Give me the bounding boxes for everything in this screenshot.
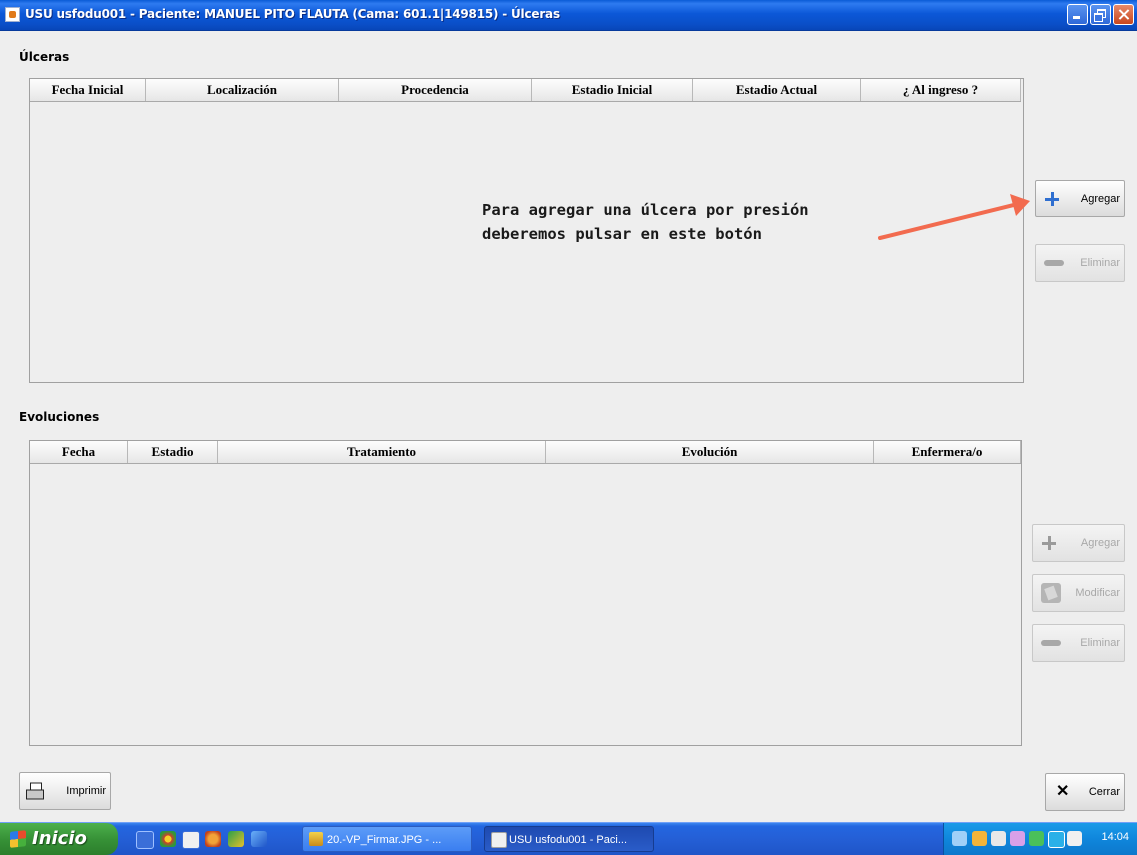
column-header[interactable]: Evolución bbox=[546, 441, 874, 463]
column-header[interactable]: Localización bbox=[146, 79, 339, 101]
column-header[interactable]: Estadio Actual bbox=[693, 79, 861, 101]
taskbar-item-label: 20.-VP_Firmar.JPG - ... bbox=[327, 834, 442, 846]
taskbar-item-usu[interactable]: USU usfodu001 - Paci... bbox=[484, 826, 654, 852]
plus-icon bbox=[1041, 535, 1057, 551]
windows-flag-icon bbox=[10, 830, 26, 848]
close-window-button[interactable] bbox=[1113, 4, 1134, 25]
annotation-line-1: Para agregar una úlcera por presión bbox=[482, 201, 809, 219]
print-button[interactable]: Imprimir bbox=[19, 772, 111, 810]
column-header[interactable]: ¿ Al ingreso ? bbox=[861, 79, 1021, 101]
java-app-icon bbox=[5, 7, 20, 22]
taskbar-item-label: USU usfodu001 - Paci... bbox=[509, 834, 628, 846]
java-app-icon bbox=[491, 832, 507, 848]
ie-quicklaunch-icon[interactable] bbox=[136, 831, 154, 849]
annotation-line-2: deberemos pulsar en este botón bbox=[482, 225, 762, 243]
column-header[interactable]: Enfermera/o bbox=[874, 441, 1021, 463]
edit-icon bbox=[1041, 583, 1061, 603]
tray-app-icon[interactable] bbox=[1010, 831, 1025, 846]
evoluciones-section-label: Evoluciones bbox=[19, 410, 100, 424]
chrome-quicklaunch-icon[interactable] bbox=[160, 831, 176, 847]
taskbar-item-image[interactable]: 20.-VP_Firmar.JPG - ... bbox=[302, 826, 472, 852]
v2-tray-icon[interactable] bbox=[1067, 831, 1082, 846]
evoluciones-delete-button[interactable]: Eliminar bbox=[1032, 624, 1125, 662]
evoluciones-table-header: Fecha Estadio Tratamiento Evolución Enfe… bbox=[30, 441, 1021, 464]
print-label: Imprimir bbox=[66, 785, 106, 797]
v2-quicklaunch-icon[interactable] bbox=[182, 831, 200, 849]
evoluciones-modify-button[interactable]: Modificar bbox=[1032, 574, 1125, 612]
tray-monitor-icon[interactable] bbox=[1048, 831, 1065, 848]
column-header[interactable]: Estadio Inicial bbox=[532, 79, 693, 101]
column-header[interactable]: Tratamiento bbox=[218, 441, 546, 463]
window-title: USU usfodu001 - Paciente: MANUEL PITO FL… bbox=[25, 7, 560, 21]
maximize-button[interactable] bbox=[1090, 4, 1111, 25]
minus-icon bbox=[1044, 260, 1064, 266]
firefox-quicklaunch-icon[interactable] bbox=[205, 831, 221, 847]
evoluciones-add-label: Agregar bbox=[1080, 537, 1120, 549]
start-label: Inicio bbox=[32, 828, 87, 849]
volume-icon[interactable] bbox=[991, 831, 1006, 846]
printer-icon bbox=[26, 782, 44, 800]
ulceras-delete-button[interactable]: Eliminar bbox=[1035, 244, 1125, 282]
column-header[interactable]: Fecha bbox=[30, 441, 128, 463]
image-file-icon bbox=[309, 832, 323, 846]
start-button[interactable]: Inicio bbox=[0, 823, 118, 855]
annotation-arrow bbox=[878, 194, 1030, 240]
clock: 14:04 bbox=[1101, 831, 1129, 843]
evoluciones-modify-label: Modificar bbox=[1075, 587, 1120, 599]
title-bar: USU usfodu001 - Paciente: MANUEL PITO FL… bbox=[0, 0, 1137, 31]
close-button[interactable]: ✕ Cerrar bbox=[1045, 773, 1125, 811]
ulceras-add-label: Agregar bbox=[1080, 192, 1120, 205]
tray-update-icon[interactable] bbox=[1029, 831, 1044, 846]
minimize-button[interactable] bbox=[1067, 4, 1088, 25]
column-header[interactable]: Fecha Inicial bbox=[30, 79, 146, 101]
column-header[interactable]: Estadio bbox=[128, 441, 218, 463]
ulceras-table-header: Fecha Inicial Localización Procedencia E… bbox=[30, 79, 1021, 102]
evoluciones-add-button[interactable]: Agregar bbox=[1032, 524, 1125, 562]
column-header[interactable]: Procedencia bbox=[339, 79, 532, 101]
evoluciones-delete-label: Eliminar bbox=[1080, 637, 1120, 649]
system-tray: 14:04 bbox=[943, 823, 1137, 855]
plus-icon bbox=[1044, 191, 1060, 207]
security-icon[interactable] bbox=[972, 831, 987, 846]
ulceras-add-button[interactable]: Agregar bbox=[1035, 180, 1125, 217]
minus-icon bbox=[1041, 640, 1061, 646]
close-x-icon: ✕ bbox=[1056, 783, 1070, 800]
evoluciones-table[interactable]: Fecha Estadio Tratamiento Evolución Enfe… bbox=[29, 440, 1022, 746]
ulceras-section-label: Úlceras bbox=[19, 50, 70, 64]
network-icon[interactable] bbox=[952, 831, 967, 846]
ie-alt-quicklaunch-icon[interactable] bbox=[251, 831, 267, 847]
windows-taskbar: Inicio 20.-VP_Firmar.JPG - ... USU usfod… bbox=[0, 822, 1137, 855]
close-label: Cerrar bbox=[1088, 786, 1120, 798]
ulceras-delete-label: Eliminar bbox=[1080, 257, 1120, 269]
help-annotation: Para agregar una úlcera por presión debe… bbox=[482, 198, 809, 246]
app-quicklaunch-icon[interactable] bbox=[228, 831, 244, 847]
